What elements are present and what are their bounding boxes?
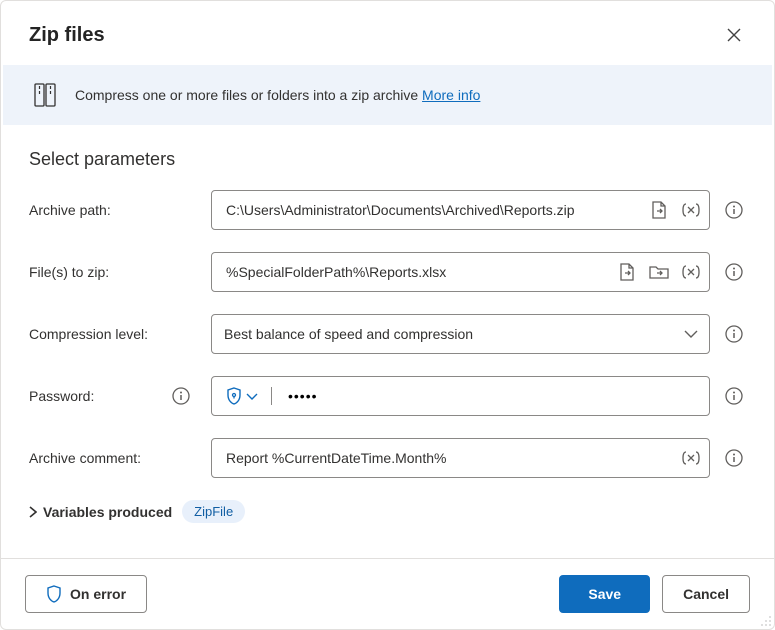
banner-text-content: Compress one or more files or folders in… bbox=[75, 87, 422, 103]
select-file-button[interactable] bbox=[645, 196, 673, 224]
variable-button-2[interactable] bbox=[677, 258, 705, 286]
password-input-wrapper bbox=[211, 376, 710, 416]
compression-select[interactable]: Best balance of speed and compression bbox=[211, 314, 710, 354]
chevron-down-icon bbox=[684, 330, 698, 338]
files-to-zip-input-wrapper bbox=[211, 252, 710, 292]
on-error-button[interactable]: On error bbox=[25, 575, 147, 613]
help-files-to-zip[interactable] bbox=[722, 260, 746, 284]
row-compression: Compression level: Best balance of speed… bbox=[29, 314, 746, 354]
section-title: Select parameters bbox=[29, 149, 746, 170]
dialog-title: Zip files bbox=[29, 24, 105, 47]
info-icon bbox=[725, 201, 743, 219]
close-icon bbox=[727, 28, 741, 42]
archive-path-input-wrapper bbox=[211, 190, 710, 230]
variables-produced-row: Variables produced ZipFile bbox=[29, 500, 746, 523]
chevron-down-icon bbox=[246, 393, 258, 400]
info-icon bbox=[725, 449, 743, 467]
select-folder-button[interactable] bbox=[645, 258, 673, 286]
compression-value: Best balance of speed and compression bbox=[224, 326, 673, 342]
password-input[interactable] bbox=[276, 388, 709, 404]
save-button[interactable]: Save bbox=[559, 575, 650, 613]
row-password: Password: bbox=[29, 376, 746, 416]
close-button[interactable] bbox=[718, 19, 750, 51]
row-archive-comment: Archive comment: bbox=[29, 438, 746, 478]
shield-icon bbox=[46, 585, 62, 603]
variables-produced-label: Variables produced bbox=[43, 504, 172, 520]
variable-icon bbox=[682, 451, 700, 465]
shield-lock-icon bbox=[226, 387, 242, 405]
files-to-zip-input[interactable] bbox=[224, 263, 609, 281]
help-archive-comment[interactable] bbox=[722, 446, 746, 470]
archive-comment-input-wrapper bbox=[211, 438, 710, 478]
variable-button[interactable] bbox=[677, 196, 705, 224]
select-chevron bbox=[677, 320, 705, 348]
label-password: Password: bbox=[29, 384, 199, 408]
chevron-right-icon bbox=[29, 506, 37, 518]
zip-icon bbox=[31, 81, 59, 109]
info-icon bbox=[725, 325, 743, 343]
label-archive-comment: Archive comment: bbox=[29, 450, 199, 466]
help-archive-path[interactable] bbox=[722, 198, 746, 222]
info-icon bbox=[172, 387, 190, 405]
cancel-button[interactable]: Cancel bbox=[662, 575, 750, 613]
row-archive-path: Archive path: bbox=[29, 190, 746, 230]
banner-text: Compress one or more files or folders in… bbox=[75, 87, 480, 103]
info-icon bbox=[725, 263, 743, 281]
label-compression: Compression level: bbox=[29, 326, 199, 342]
info-icon bbox=[725, 387, 743, 405]
footer: On error Save Cancel bbox=[1, 558, 774, 629]
variable-icon bbox=[682, 203, 700, 217]
variable-button-3[interactable] bbox=[677, 444, 705, 472]
content: Select parameters Archive path: File(s) … bbox=[1, 125, 774, 558]
row-files-to-zip: File(s) to zip: bbox=[29, 252, 746, 292]
label-files-to-zip: File(s) to zip: bbox=[29, 264, 199, 280]
password-mode-dropdown[interactable] bbox=[212, 387, 272, 405]
more-info-link[interactable]: More info bbox=[422, 87, 480, 103]
variable-icon bbox=[682, 265, 700, 279]
file-arrow-icon bbox=[651, 201, 667, 219]
variables-produced-toggle[interactable]: Variables produced bbox=[29, 504, 172, 520]
label-password-text: Password: bbox=[29, 388, 94, 404]
titlebar: Zip files bbox=[1, 1, 774, 63]
on-error-label: On error bbox=[70, 586, 126, 602]
label-archive-path: Archive path: bbox=[29, 202, 199, 218]
info-banner: Compress one or more files or folders in… bbox=[3, 65, 772, 125]
help-password-inline[interactable] bbox=[169, 384, 193, 408]
help-compression[interactable] bbox=[722, 322, 746, 346]
variable-chip-zipfile[interactable]: ZipFile bbox=[182, 500, 245, 523]
folder-arrow-icon bbox=[649, 264, 669, 280]
help-password[interactable] bbox=[722, 384, 746, 408]
footer-right: Save Cancel bbox=[559, 575, 750, 613]
archive-comment-input[interactable] bbox=[224, 449, 673, 467]
select-file-button-2[interactable] bbox=[613, 258, 641, 286]
archive-path-input[interactable] bbox=[224, 201, 641, 219]
file-arrow-icon bbox=[619, 263, 635, 281]
